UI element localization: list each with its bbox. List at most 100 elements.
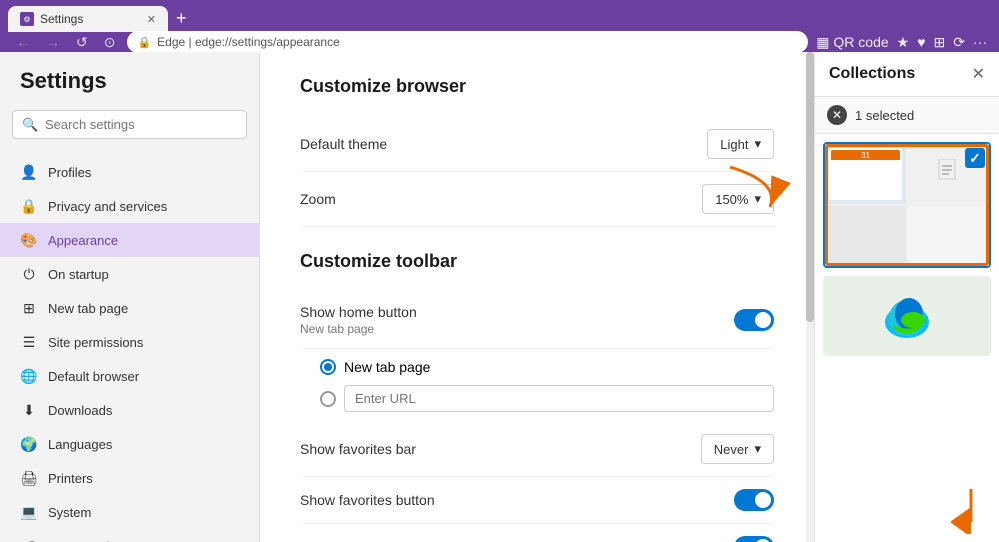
show-favorites-btn-row: Show favorites button (300, 477, 774, 524)
sidebar-item-default-browser[interactable]: 🌐 Default browser (0, 359, 259, 393)
home-radio-group: New tab page (300, 349, 774, 422)
show-favorites-btn-toggle[interactable] (734, 489, 774, 511)
collection-card-1[interactable]: 31 (823, 142, 991, 268)
refresh-button[interactable]: ↺ (72, 32, 92, 53)
newtab-icon: ⊞ (20, 299, 38, 317)
downloads-label: Downloads (48, 403, 112, 418)
show-collections-btn-row: Show Collections button (300, 524, 774, 542)
appearance-label: Appearance (48, 233, 118, 248)
radio-url-button[interactable] (320, 391, 336, 407)
default-browser-label: Default browser (48, 369, 139, 384)
profiles-label: Profiles (48, 165, 91, 180)
deselect-button[interactable]: ✕ (827, 105, 847, 125)
startup-icon: ⏻ (20, 265, 38, 283)
sidebar-item-languages[interactable]: 🌍 Languages (0, 427, 259, 461)
settings-tab[interactable]: ⚙ Settings ✕ (8, 6, 168, 32)
home-nav-button[interactable]: ⊙ (100, 32, 120, 53)
collection-card-2[interactable] (823, 276, 991, 356)
collection-thumb-blank2 (908, 206, 989, 266)
favorites-icon[interactable]: ★ (897, 34, 910, 51)
section2-title: Customize toolbar (300, 251, 774, 272)
search-input[interactable] (12, 110, 247, 139)
back-button[interactable]: ← (12, 32, 34, 52)
scrollbar-track[interactable] (806, 52, 814, 542)
collections-items: 31 (815, 134, 999, 482)
browser-chrome: ⚙ Settings ✕ + ← → ↺ ⊙ 🔒 Edge | edge://s… (0, 0, 999, 52)
card-checkbox[interactable]: ✓ (965, 148, 985, 168)
collection-thumb-blank1 (825, 206, 906, 266)
qr-code-icon[interactable]: ▦ QR code (816, 34, 888, 51)
toolbar-icons: ▦ QR code ★ ♥ ⊞ ⟳ ··· (816, 34, 987, 51)
sidebar-item-appearance[interactable]: 🎨 Appearance (0, 223, 259, 257)
collection-thumb-calendar: 31 (825, 144, 906, 204)
system-label: System (48, 505, 91, 520)
show-home-toggle[interactable] (734, 309, 774, 331)
printers-icon: 🖨 (20, 469, 38, 487)
permissions-icon: ☰ (20, 333, 38, 351)
system-icon: 💻 (20, 503, 38, 521)
default-theme-dropdown[interactable]: Light ▾ (707, 129, 774, 159)
sidebar-item-printers[interactable]: 🖨 Printers (0, 461, 259, 495)
arrow-down-area (815, 482, 999, 542)
selected-count-text: 1 selected (855, 108, 914, 123)
show-favorites-btn-label: Show favorites button (300, 492, 435, 508)
home-sublabel: New tab page (300, 322, 417, 336)
profiles-icon: 👤 (20, 163, 38, 181)
radio-newtab-row[interactable]: New tab page (320, 359, 774, 375)
sidebar-item-system[interactable]: 💻 System (0, 495, 259, 529)
show-favorites-bar-dropdown[interactable]: Never ▾ (701, 434, 774, 464)
radio-newtab-button[interactable] (320, 359, 336, 375)
sidebar-item-permissions[interactable]: ☰ Site permissions (0, 325, 259, 359)
show-collections-btn-toggle[interactable] (734, 536, 774, 542)
tab-close-button[interactable]: ✕ (147, 13, 156, 26)
privacy-label: Privacy and services (48, 199, 167, 214)
forward-button[interactable]: → (42, 32, 64, 52)
scrollbar-thumb[interactable] (806, 52, 814, 322)
address-input[interactable]: 🔒 Edge | edge://settings/appearance (127, 31, 808, 53)
address-bar: ← → ↺ ⊙ 🔒 Edge | edge://settings/appeara… (0, 32, 999, 52)
zoom-dropdown[interactable]: 150% ▾ (702, 184, 774, 214)
default-theme-value: Light (720, 137, 748, 152)
chevron-down-icon2: ▾ (754, 191, 761, 207)
tab-favicon: ⚙ (20, 12, 34, 26)
sidebar-title: Settings (0, 68, 259, 110)
zoom-label: Zoom (300, 191, 336, 207)
show-favorites-bar-row: Show favorites bar Never ▾ (300, 422, 774, 477)
zoom-value: 150% (715, 192, 748, 207)
collections-icon[interactable]: ⊞ (934, 34, 946, 51)
heart-icon[interactable]: ♥ (917, 34, 925, 50)
default-browser-icon: 🌐 (20, 367, 38, 385)
account-icon[interactable]: ⟳ (953, 34, 965, 51)
zoom-row: Zoom 150% ▾ (300, 172, 774, 227)
new-tab-button[interactable]: + (168, 9, 195, 27)
sidebar-item-privacy[interactable]: 🔒 Privacy and services (0, 189, 259, 223)
tab-title: Settings (40, 12, 83, 26)
content-wrapper: Customize browser Default theme Light ▾ … (260, 52, 814, 542)
collections-close-button[interactable]: ✕ (972, 64, 985, 84)
collections-panel: Collections ✕ ✕ 1 selected 31 (814, 52, 999, 542)
section1-title: Customize browser (300, 76, 774, 97)
collections-title: Collections (829, 65, 915, 83)
sidebar-item-startup[interactable]: ⏻ On startup (0, 257, 259, 291)
default-theme-row: Default theme Light ▾ (300, 117, 774, 172)
languages-icon: 🌍 (20, 435, 38, 453)
lock-icon: 🔒 (137, 36, 151, 49)
address-text: Edge | edge://settings/appearance (157, 35, 340, 49)
radio-url-row[interactable] (320, 385, 774, 412)
show-home-label-group: Show home button New tab page (300, 304, 417, 336)
sidebar-item-newtab[interactable]: ⊞ New tab page (0, 291, 259, 325)
sidebar-item-reset[interactable]: ↺ Reset settings (0, 529, 259, 542)
sidebar-item-profiles[interactable]: 👤 Profiles (0, 155, 259, 189)
reset-icon: ↺ (20, 537, 38, 542)
languages-label: Languages (48, 437, 112, 452)
url-input[interactable] (344, 385, 774, 412)
more-menu-icon[interactable]: ··· (973, 34, 987, 50)
permissions-label: Site permissions (48, 335, 143, 350)
chevron-down-icon: ▾ (754, 136, 761, 152)
printers-label: Printers (48, 471, 93, 486)
downloads-icon: ⬇ (20, 401, 38, 419)
selected-bar: ✕ 1 selected (815, 97, 999, 134)
show-home-row: Show home button New tab page (300, 292, 774, 349)
sidebar-item-downloads[interactable]: ⬇ Downloads (0, 393, 259, 427)
collection-thumb-edge (823, 276, 991, 356)
